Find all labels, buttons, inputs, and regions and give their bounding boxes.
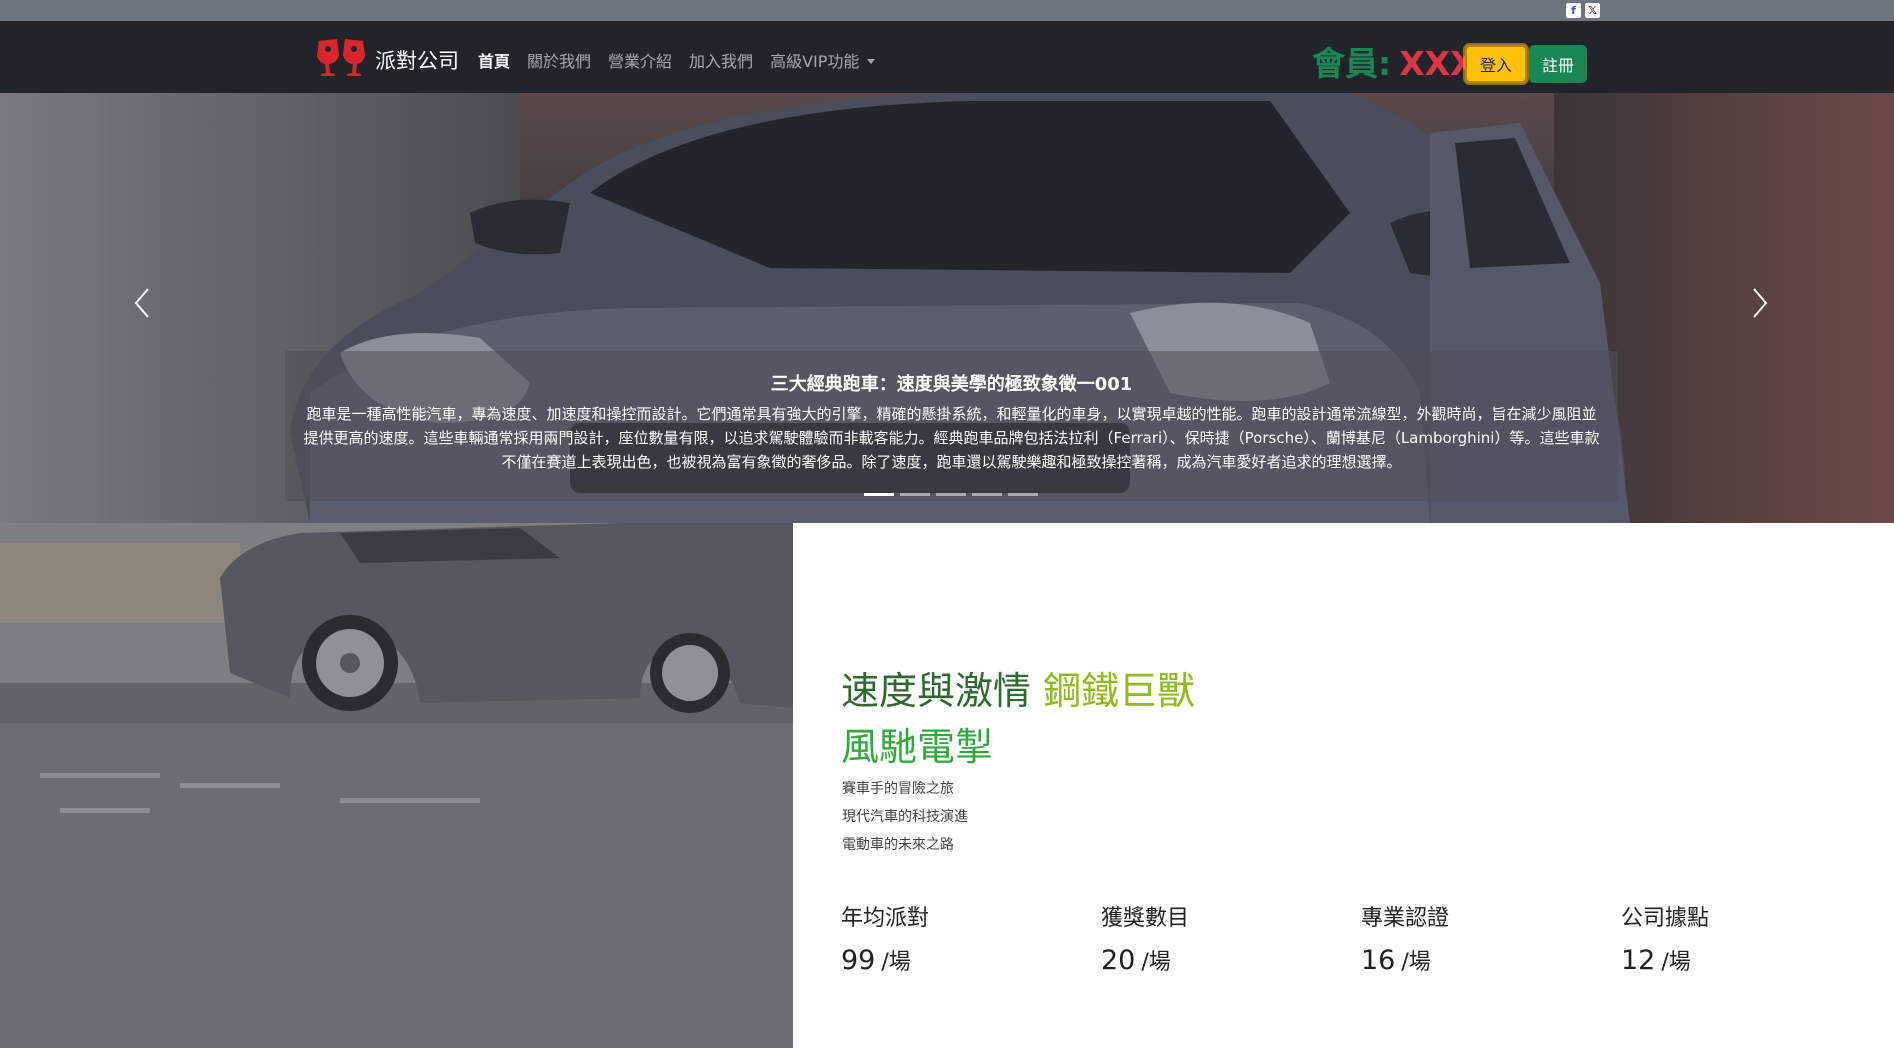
nav-join[interactable]: 加入我們 [689,48,753,72]
list-item: 現代汽車的科技演進 [842,809,968,825]
stat-value-row: 20/場 [1101,944,1361,976]
stat-certifications: 專業認證 16/場 [1361,900,1621,976]
nav-about[interactable]: 關於我們 [527,48,591,72]
feature-list: 賽車手的冒險之旅 現代汽車的科技演進 電動車的未來之路 [842,775,968,859]
chevron-right-icon [1753,288,1768,318]
main-nav: 首頁 關於我們 營業介紹 加入我們 高級VIP功能 [478,48,892,72]
nav-vip-label: 高級VIP功能 [770,52,860,71]
carousel-next-button[interactable] [1744,283,1774,323]
stat-unit: /場 [1141,950,1171,975]
stat-awards: 獲獎數目 20/場 [1101,900,1361,976]
carousel-indicators [864,493,1038,496]
stat-annual-parties: 年均派對 99/場 [841,900,1101,976]
stat-value-row: 12/場 [1621,944,1881,976]
navbar: 派對公司 首頁 關於我們 營業介紹 加入我們 高級VIP功能 會員: XXX 登入… [0,21,1894,93]
member-label: 會員: [1312,44,1392,83]
headline-steel-beast: 鋼鐵巨獸 [1043,669,1196,713]
list-item: 電動車的未來之路 [842,837,954,853]
nav-vip-dropdown[interactable]: 高級VIP功能 [770,48,876,72]
stat-value: 20 [1101,945,1136,976]
stat-value: 12 [1621,945,1656,976]
carousel-caption-title: 三大經典跑車：速度與美學的極致象徵一001 [770,374,1133,395]
brand-link[interactable]: 派對公司 [315,35,459,77]
stat-locations: 公司據點 12/場 [1621,900,1881,976]
feature-section: 速度與激情 鋼鐵巨獸 風馳電掣 賽車手的冒險之旅 現代汽車的科技演進 電動車的未… [793,523,1894,1048]
sedan-car-image [0,523,793,1048]
facebook-icon[interactable]: f [1566,3,1581,18]
feature-headline: 速度與激情 鋼鐵巨獸 風馳電掣 [841,663,1195,775]
carousel-indicator[interactable] [864,493,894,496]
nav-home[interactable]: 首頁 [478,48,510,72]
carousel-indicator[interactable] [936,493,966,496]
register-button[interactable]: 註冊 [1529,45,1587,83]
caret-down-icon [867,59,876,64]
stat-label: 年均派對 [841,906,930,931]
stat-value: 99 [841,945,876,976]
chevron-left-icon [134,288,149,318]
stat-value-row: 99/場 [841,944,1101,976]
carousel-indicator[interactable] [972,493,1002,496]
carousel-indicator[interactable] [1008,493,1038,496]
list-item: 賽車手的冒險之旅 [842,781,954,797]
stat-unit: /場 [1661,950,1691,975]
hero-carousel: 三大經典跑車：速度與美學的極致象徵一001 跑車是一種高性能汽車，專為速度、加速… [0,93,1894,523]
headline-speed-passion: 速度與激情 [841,669,1032,713]
social-bar: f 𝕏 [0,0,1894,21]
stat-label: 專業認證 [1361,906,1450,931]
stats-row: 年均派對 99/場 獲獎數目 20/場 專業認證 16/場 公司據點 12/場 [841,900,1881,976]
nav-business[interactable]: 營業介紹 [608,48,672,72]
stat-unit: /場 [881,950,911,975]
x-twitter-icon[interactable]: 𝕏 [1585,3,1600,18]
stat-value-row: 16/場 [1361,944,1621,976]
member-display: 會員: XXX [1312,37,1476,85]
stat-label: 獲獎數目 [1101,906,1190,931]
carousel-indicator[interactable] [900,493,930,496]
sedan-car-photo [0,523,793,1048]
carousel-caption-text: 跑車是一種高性能汽車，專為速度、加速度和操控而設計。它們通常具有強大的引擎，精確… [303,405,1600,471]
carousel-caption: 三大經典跑車：速度與美學的極致象徵一001 跑車是一種高性能汽車，專為速度、加速… [285,351,1618,501]
stat-value: 16 [1361,945,1396,976]
login-button[interactable]: 登入 [1465,45,1527,83]
stat-label: 公司據點 [1621,906,1710,931]
toast-glasses-logo-icon [317,39,365,76]
headline-wind-lightning: 風馳電掣 [841,725,994,769]
carousel-prev-button[interactable] [128,283,158,323]
stat-unit: /場 [1401,950,1431,975]
brand-name: 派對公司 [375,49,459,73]
